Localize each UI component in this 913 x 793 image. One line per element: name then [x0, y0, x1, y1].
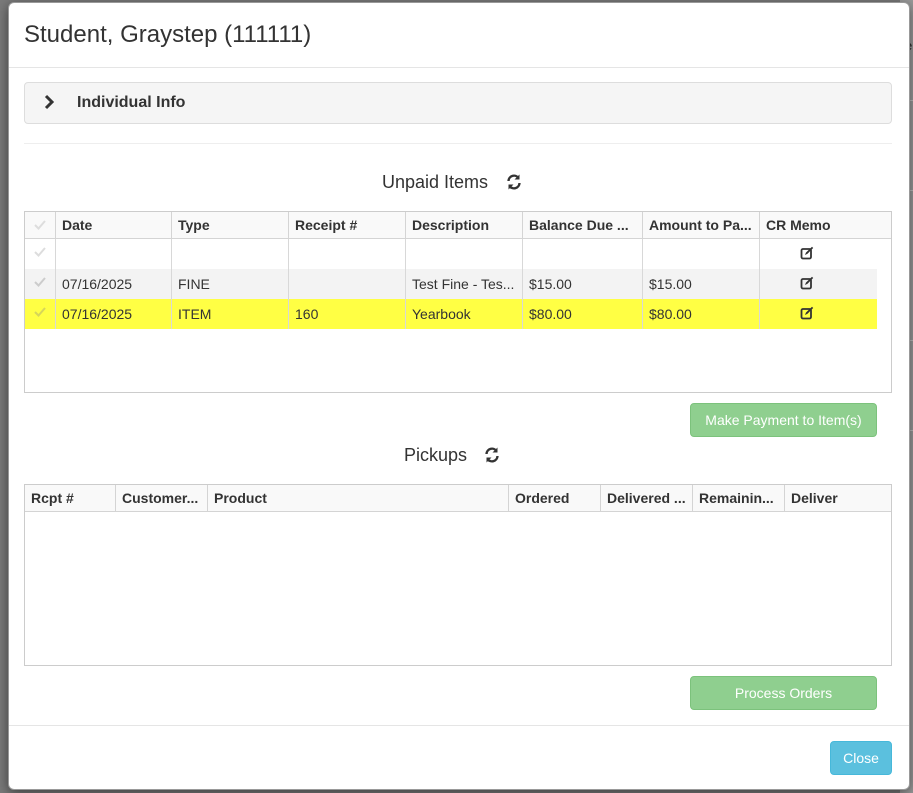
make-payment-button[interactable]: Make Payment to Item(s) — [690, 403, 877, 437]
cell-balance — [523, 239, 643, 269]
process-orders-button[interactable]: Process Orders — [690, 676, 877, 710]
checkmark-icon — [34, 307, 46, 317]
cell-description — [406, 239, 523, 269]
table-row-highlighted[interactable]: 07/16/2025 ITEM 160 Yearbook $80.00 $80.… — [25, 299, 877, 329]
refresh-icon[interactable] — [505, 173, 523, 191]
cell-description: Test Fine - Tes... — [406, 269, 523, 299]
select-all-checkbox[interactable] — [25, 212, 56, 238]
checkmark-icon — [34, 277, 46, 287]
cell-amount: $80.00 — [643, 299, 760, 329]
row-checkbox[interactable] — [25, 299, 56, 329]
edit-icon[interactable] — [800, 246, 814, 260]
table-row[interactable]: 07/16/2025 FINE Test Fine - Tes... $15.0… — [25, 269, 877, 299]
column-header-description[interactable]: Description — [406, 212, 523, 238]
column-header-type[interactable]: Type — [172, 212, 289, 238]
cell-balance: $15.00 — [523, 269, 643, 299]
checkmark-icon — [34, 220, 46, 230]
cell-receipt — [289, 239, 406, 269]
table-row[interactable] — [25, 239, 877, 269]
cell-type: ITEM — [172, 299, 289, 329]
row-checkbox[interactable] — [25, 269, 56, 299]
cell-cr-memo — [760, 299, 877, 329]
cell-date: 07/16/2025 — [56, 269, 172, 299]
cell-cr-memo — [760, 239, 877, 269]
individual-info-label[interactable]: Individual Info — [77, 94, 185, 112]
individual-info-panel[interactable]: Individual Info — [24, 82, 892, 124]
edit-icon[interactable] — [800, 306, 814, 320]
unpaid-items-grid: Date Type Receipt # Description Balance … — [24, 211, 892, 393]
divider — [24, 143, 892, 144]
column-header-customer[interactable]: Customer... — [116, 485, 208, 511]
checkmark-icon — [34, 247, 46, 257]
cell-description: Yearbook — [406, 299, 523, 329]
grid-header: Rcpt # Customer... Product Ordered Deliv… — [25, 485, 891, 512]
cell-type: FINE — [172, 269, 289, 299]
modal-title: Student, Graystep (111111) — [24, 21, 312, 48]
close-button[interactable]: Close — [830, 741, 892, 775]
pickups-title: Pickups — [404, 445, 468, 465]
row-checkbox[interactable] — [25, 239, 56, 269]
column-header-ordered[interactable]: Ordered — [509, 485, 601, 511]
cell-receipt — [289, 269, 406, 299]
column-header-deliver[interactable]: Deliver — [785, 485, 891, 511]
refresh-icon[interactable] — [483, 446, 501, 464]
cell-date — [56, 239, 172, 269]
modal-header: Student, Graystep (111111) — [9, 3, 909, 68]
cell-balance: $80.00 — [523, 299, 643, 329]
column-header-cr-memo[interactable]: CR Memo — [760, 212, 891, 238]
unpaid-items-title: Unpaid Items — [382, 172, 489, 192]
column-header-remaining[interactable]: Remainin... — [693, 485, 785, 511]
footer-divider — [9, 725, 909, 726]
column-header-receipt[interactable]: Receipt # — [289, 212, 406, 238]
grid-header: Date Type Receipt # Description Balance … — [25, 212, 891, 239]
student-modal: Student, Graystep (111111) Individual In… — [8, 2, 910, 790]
column-header-amount-to-pay[interactable]: Amount to Pa... — [643, 212, 760, 238]
column-header-product[interactable]: Product — [208, 485, 509, 511]
chevron-right-icon[interactable] — [43, 94, 55, 110]
pickups-grid: Rcpt # Customer... Product Ordered Deliv… — [24, 484, 892, 666]
cell-receipt: 160 — [289, 299, 406, 329]
cell-date: 07/16/2025 — [56, 299, 172, 329]
column-header-balance-due[interactable]: Balance Due ... — [523, 212, 643, 238]
edit-icon[interactable] — [800, 276, 814, 290]
cell-cr-memo — [760, 269, 877, 299]
cell-amount: $15.00 — [643, 269, 760, 299]
cell-type — [172, 239, 289, 269]
column-header-rcpt[interactable]: Rcpt # — [25, 485, 116, 511]
column-header-delivered[interactable]: Delivered ... — [601, 485, 693, 511]
cell-amount — [643, 239, 760, 269]
column-header-date[interactable]: Date — [56, 212, 172, 238]
